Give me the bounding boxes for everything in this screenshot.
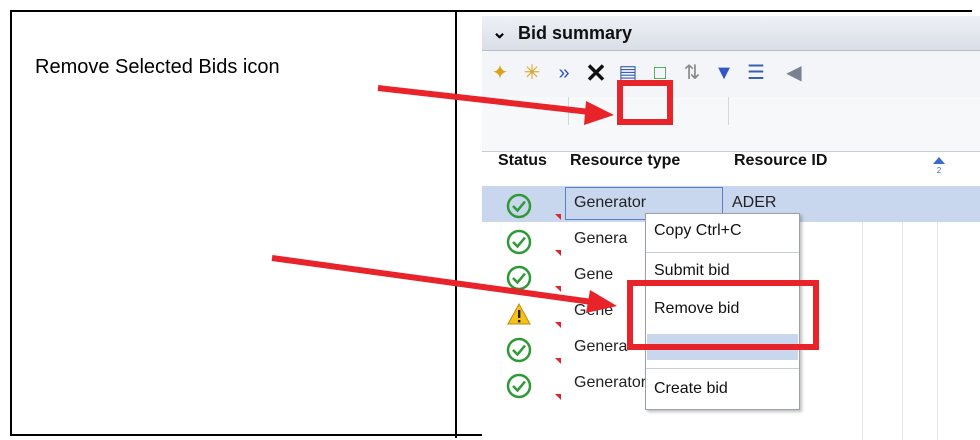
column-group-bar <box>482 97 980 152</box>
forward-icon[interactable]: » <box>552 61 576 85</box>
frame-divider <box>455 10 457 438</box>
column-header-resource-id[interactable]: Resource ID <box>734 152 827 170</box>
check-circle-icon <box>506 265 532 291</box>
remove-selected-bids-icon[interactable]: ✕ <box>584 60 608 86</box>
sort-icon[interactable]: ⇅ <box>680 61 704 85</box>
resource-type-cell: Generator <box>574 194 647 211</box>
toolbar: ✦ ✳ » ✕ ▤ □ ⇅ ▼ ☰ ◀ <box>482 51 980 97</box>
check-circle-icon <box>506 337 532 363</box>
column-header-status[interactable]: Status <box>498 152 547 170</box>
column-header-resource-type[interactable]: Resource type <box>570 152 680 170</box>
resource-type-cell: Genera <box>574 338 628 355</box>
list-icon[interactable]: ☰ <box>744 61 768 85</box>
svg-text:2: 2 <box>937 166 942 174</box>
sort-ascending-icon[interactable]: 2 <box>932 156 946 174</box>
highlight-box-remove-icon <box>617 80 673 125</box>
menu-item-copy[interactable]: Copy Ctrl+C <box>654 222 742 240</box>
check-circle-icon <box>506 373 532 399</box>
resource-id-cell: ADER <box>732 194 777 211</box>
warning-icon <box>507 302 531 325</box>
highlight-box-remove-bid <box>627 280 819 350</box>
new-bid-star-icon[interactable]: ✳ <box>520 61 544 85</box>
chevron-down-icon[interactable]: ⌄ <box>492 22 507 43</box>
first-page-icon[interactable]: ◀ <box>782 61 806 85</box>
filter-icon[interactable]: ▼ <box>712 61 736 85</box>
menu-item-create-bid[interactable]: Create bid <box>654 380 728 398</box>
panel-header[interactable]: ⌄ Bid summary <box>482 16 980 51</box>
new-bid-icon[interactable]: ✦ <box>488 61 512 85</box>
resource-type-cell: Gene <box>574 302 614 319</box>
resource-type-cell: Generator <box>574 374 647 391</box>
check-circle-icon <box>506 193 532 219</box>
annotation-caption: Remove Selected Bids icon <box>35 56 280 78</box>
resource-type-cell: Genera <box>574 230 628 247</box>
check-circle-icon <box>506 229 532 255</box>
resource-type-cell: Gene <box>574 266 614 283</box>
menu-item-submit-bid[interactable]: Submit bid <box>654 262 730 280</box>
panel-title: Bid summary <box>518 23 633 43</box>
